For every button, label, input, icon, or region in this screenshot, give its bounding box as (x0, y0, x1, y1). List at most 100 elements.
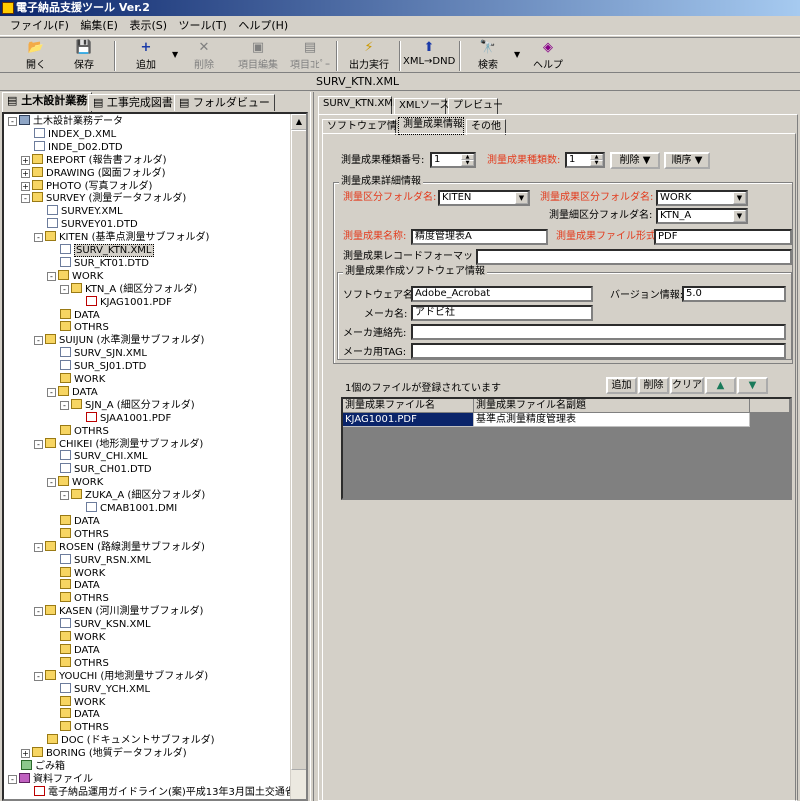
tree-item[interactable]: + REPORT (報告書フォルダ) (21, 153, 166, 167)
tree-item[interactable]: INDE_D02.DTD (21, 140, 123, 154)
tree-item[interactable]: SURV_KTN.XML (47, 244, 154, 257)
tree-item[interactable]: - WORK (47, 476, 103, 489)
pane-splitter[interactable] (310, 92, 314, 801)
file-table[interactable]: 測量成果ファイル名 測量成果ファイル名副題 KJAG1001.PDF 基準点測量… (341, 397, 792, 500)
tree-item[interactable]: + PHOTO (写真フォルダ) (21, 179, 152, 193)
tree-item[interactable]: WORK (47, 373, 105, 386)
tree-item[interactable]: OTHRS (47, 592, 109, 605)
tree-item[interactable]: SURV_KSN.XML (47, 618, 151, 631)
collapse-icon[interactable]: - (21, 194, 30, 204)
add-dropdown-icon[interactable]: ▼ (172, 50, 178, 59)
collapse-icon[interactable]: - (34, 607, 43, 617)
add-file-button[interactable]: 追加 (606, 377, 637, 394)
type-count-spinner[interactable]: 1 ▲ ▼ (565, 152, 605, 168)
tree-item[interactable]: DATA (47, 579, 100, 592)
table-cell-subtitle[interactable]: 基準点測量精度管理表 (474, 413, 750, 427)
collapse-icon[interactable]: - (34, 439, 43, 449)
tree-item[interactable]: - KTN_A (細区分フォルダ) (60, 282, 197, 296)
tab-xml-source[interactable]: XMLソース (394, 98, 450, 114)
tree-item[interactable]: - SUIJUN (水準測量サブフォルダ) (34, 334, 204, 347)
tree-item[interactable]: - ROSEN (路線測量サブフォルダ) (34, 540, 205, 554)
tree-item[interactable]: SURV_RSN.XML (47, 553, 151, 567)
tree-item[interactable]: SURVEY01.DTD (34, 218, 138, 231)
order-button[interactable]: 順序 ▼ (664, 152, 710, 169)
tree-item[interactable]: SURV_CHI.XML (47, 450, 148, 463)
menu-edit[interactable]: 編集(E) (76, 16, 122, 33)
scroll-thumb[interactable] (291, 130, 306, 770)
tree-item[interactable]: - YOUCHI (用地測量サブフォルダ) (34, 669, 208, 683)
add-button[interactable]: + 追加 (128, 39, 164, 73)
tree-item[interactable]: OTHRS (47, 721, 109, 734)
expand-icon[interactable]: + (21, 181, 30, 191)
delete-file-button[interactable]: 削除 (638, 377, 669, 394)
tree-item[interactable]: ごみ箱 (8, 760, 65, 773)
result-folder-select[interactable]: WORK ▼ (656, 190, 748, 206)
expand-icon[interactable]: + (21, 749, 30, 759)
tree-item[interactable]: DOC (ドキュメントサブフォルダ) (34, 734, 215, 747)
menu-view[interactable]: 表示(S) (125, 16, 171, 33)
tree-item[interactable]: OTHRS (47, 424, 109, 438)
tab-construction[interactable]: ▤ 工事完成図書 (88, 94, 178, 111)
tree-item[interactable]: - DATA (47, 385, 98, 399)
result-name-input[interactable]: 精度管理表A (411, 229, 548, 245)
tree-item[interactable]: WORK (47, 631, 105, 644)
tree-item[interactable]: SURV_YCH.XML (47, 682, 150, 696)
tree-item[interactable]: - SURVEY (測量データフォルダ) (21, 192, 186, 205)
save-button[interactable]: 💾 保存 (66, 39, 102, 73)
tab-preview[interactable]: プレビュー (448, 98, 503, 114)
collapse-icon[interactable]: - (34, 233, 43, 243)
tree-item[interactable]: + DRAWING (図面フォルダ) (21, 166, 166, 180)
collapse-icon[interactable]: - (60, 400, 69, 410)
spin-down-icon[interactable]: ▼ (590, 160, 603, 166)
output-button[interactable]: ⚡ 出力実行 (343, 39, 395, 73)
tree-item[interactable]: DATA (47, 514, 100, 528)
menu-file[interactable]: ファイル(F) (6, 16, 73, 33)
sub-folder-select[interactable]: KTN_A ▼ (656, 208, 748, 224)
edit-item-button[interactable]: ▣ 項目編集 (236, 39, 280, 73)
tree-item[interactable]: 電子納品運用ガイドライン(案)平成13年3月国土交通省 (21, 785, 295, 799)
tree-item[interactable]: + BORING (地質データフォルダ) (21, 747, 187, 760)
tree-item[interactable]: SURV_SJN.XML (47, 347, 147, 360)
collapse-icon[interactable]: - (60, 284, 69, 294)
delete-button[interactable]: ✕ 削除 (186, 39, 222, 73)
tree-item[interactable]: SJAA1001.PDF (73, 411, 171, 425)
tree-item[interactable]: WORK (47, 695, 105, 709)
collapse-icon[interactable]: - (47, 271, 56, 281)
collapse-icon[interactable]: - (34, 336, 43, 346)
collapse-icon[interactable]: - (47, 478, 56, 488)
tab-civil-design[interactable]: ▤ 土木設計業務 (2, 92, 93, 112)
folder-tree[interactable]: - 土木設計業務データ INDEX_D.XML INDE_D02.DTD + REPORT… (2, 112, 308, 801)
expand-icon[interactable]: + (21, 168, 30, 178)
move-down-button[interactable]: ▼ (737, 377, 768, 394)
tree-item[interactable]: - 資料ファイル (8, 772, 93, 786)
tree-item[interactable]: DATA (47, 643, 100, 657)
tree-item[interactable]: DATA (47, 708, 100, 721)
tree-item[interactable]: CMAB1001.DMI (73, 502, 177, 515)
type-number-spinner[interactable]: 1 ▲ ▼ (430, 152, 476, 168)
tree-item[interactable]: KJAG1001.PDF (73, 295, 172, 309)
tree-item[interactable]: - WORK (47, 269, 103, 283)
scroll-up-icon[interactable]: ▲ (291, 114, 306, 130)
tree-item[interactable]: INDEX_D.XML (21, 127, 116, 141)
collapse-icon[interactable]: - (47, 387, 56, 397)
tree-item[interactable]: SUR_KT01.DTD (47, 256, 149, 270)
maker-contact-input[interactable] (411, 324, 786, 340)
tree-item[interactable]: WORK (47, 566, 105, 580)
tab-folder-view[interactable]: ▤ フォルダビュー (174, 94, 275, 111)
menu-help[interactable]: ヘルプ(H) (234, 16, 292, 33)
tree-item[interactable]: - KASEN (河川測量サブフォルダ) (34, 605, 203, 618)
xml-dnd-button[interactable]: ⬆ XML→DND (403, 39, 455, 73)
collapse-icon[interactable]: - (8, 117, 17, 126)
tree-scrollbar[interactable]: ▲ (290, 114, 306, 799)
move-up-button[interactable]: ▲ (705, 377, 736, 394)
tab-surv-ktn[interactable]: SURV_KTN.XML (318, 96, 399, 114)
version-input[interactable]: 5.0 (682, 286, 786, 302)
column-header-filename[interactable]: 測量成果ファイル名 (343, 399, 474, 413)
tree-item[interactable]: - KITEN (基準点測量サブフォルダ) (34, 231, 209, 244)
search-dropdown-icon[interactable]: ▼ (514, 50, 520, 59)
tree-item[interactable]: OTHRS (47, 321, 109, 334)
table-cell-filename[interactable]: KJAG1001.PDF (343, 413, 474, 427)
delete-type-button[interactable]: 削除 ▼ (610, 152, 660, 169)
maker-name-input[interactable]: アドビ社 (411, 305, 593, 321)
tree-item[interactable]: - 土木設計業務データ (8, 115, 123, 128)
